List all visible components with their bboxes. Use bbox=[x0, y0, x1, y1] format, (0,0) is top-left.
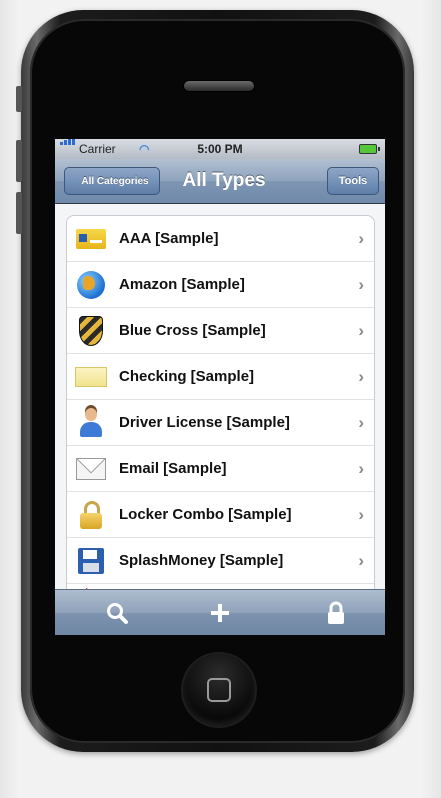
id-card-icon bbox=[75, 223, 107, 254]
search-button[interactable] bbox=[87, 590, 147, 635]
shield-icon bbox=[75, 315, 107, 346]
list-item-label: Amazon [Sample] bbox=[119, 276, 245, 293]
home-button[interactable] bbox=[183, 654, 255, 726]
lock-icon bbox=[328, 601, 344, 624]
chevron-right-icon: › bbox=[358, 551, 364, 570]
volume-up-button bbox=[16, 140, 22, 182]
chevron-right-icon: › bbox=[358, 413, 364, 432]
list-item-label: Blue Cross [Sample] bbox=[119, 322, 266, 339]
tools-button[interactable]: Tools bbox=[327, 167, 379, 195]
all-categories-back-button[interactable]: All Categories bbox=[64, 167, 160, 195]
tab-bar bbox=[55, 589, 385, 635]
padlock-icon bbox=[75, 499, 107, 530]
person-icon bbox=[75, 407, 107, 438]
list-item-label: AAA [Sample] bbox=[119, 230, 219, 247]
chevron-right-icon: › bbox=[358, 321, 364, 340]
list-item-label: SplashMoney [Sample] bbox=[119, 552, 284, 569]
add-icon bbox=[211, 604, 229, 622]
navigation-bar: All Categories All Types Tools bbox=[55, 159, 385, 204]
types-list: AAA [Sample] › Amazon [Sample] › Blue Cr… bbox=[66, 215, 375, 597]
chevron-right-icon: › bbox=[358, 275, 364, 294]
list-item[interactable]: Amazon [Sample] › bbox=[67, 262, 374, 308]
add-button[interactable] bbox=[190, 590, 250, 635]
chevron-right-icon: › bbox=[358, 367, 364, 386]
battery-icon bbox=[359, 144, 380, 154]
list-item[interactable]: Driver License [Sample] › bbox=[67, 400, 374, 446]
mute-switch bbox=[16, 86, 22, 112]
earpiece-speaker bbox=[184, 81, 254, 91]
list-item[interactable]: Checking [Sample] › bbox=[67, 354, 374, 400]
phone-screen: Carrier ◠ 5:00 PM All Categories All Typ… bbox=[55, 139, 385, 635]
list-item-label: Checking [Sample] bbox=[119, 368, 255, 385]
list-item-label: Email [Sample] bbox=[119, 460, 227, 477]
globe-icon bbox=[75, 269, 107, 300]
list-item[interactable]: AAA [Sample] › bbox=[67, 216, 374, 262]
chevron-right-icon: › bbox=[358, 229, 364, 248]
floppy-icon bbox=[75, 545, 107, 576]
check-icon bbox=[75, 361, 107, 392]
list-item[interactable]: Blue Cross [Sample] › bbox=[67, 308, 374, 354]
list-item-label: Driver License [Sample] bbox=[119, 414, 290, 431]
lock-button[interactable] bbox=[306, 590, 366, 635]
list-item[interactable]: SplashMoney [Sample] › bbox=[67, 538, 374, 584]
status-time: 5:00 PM bbox=[197, 142, 243, 156]
page-title: All Types bbox=[182, 170, 266, 191]
list-item-label: Locker Combo [Sample] bbox=[119, 506, 292, 523]
chevron-right-icon: › bbox=[358, 459, 364, 478]
mail-icon bbox=[75, 453, 107, 484]
home-square-icon bbox=[207, 678, 231, 702]
list-item[interactable]: Locker Combo [Sample] › bbox=[67, 492, 374, 538]
search-icon bbox=[107, 603, 128, 624]
list-item[interactable]: Email [Sample] › bbox=[67, 446, 374, 492]
status-bar: Carrier ◠ 5:00 PM bbox=[55, 139, 385, 159]
volume-down-button bbox=[16, 192, 22, 234]
chevron-right-icon: › bbox=[358, 505, 364, 524]
